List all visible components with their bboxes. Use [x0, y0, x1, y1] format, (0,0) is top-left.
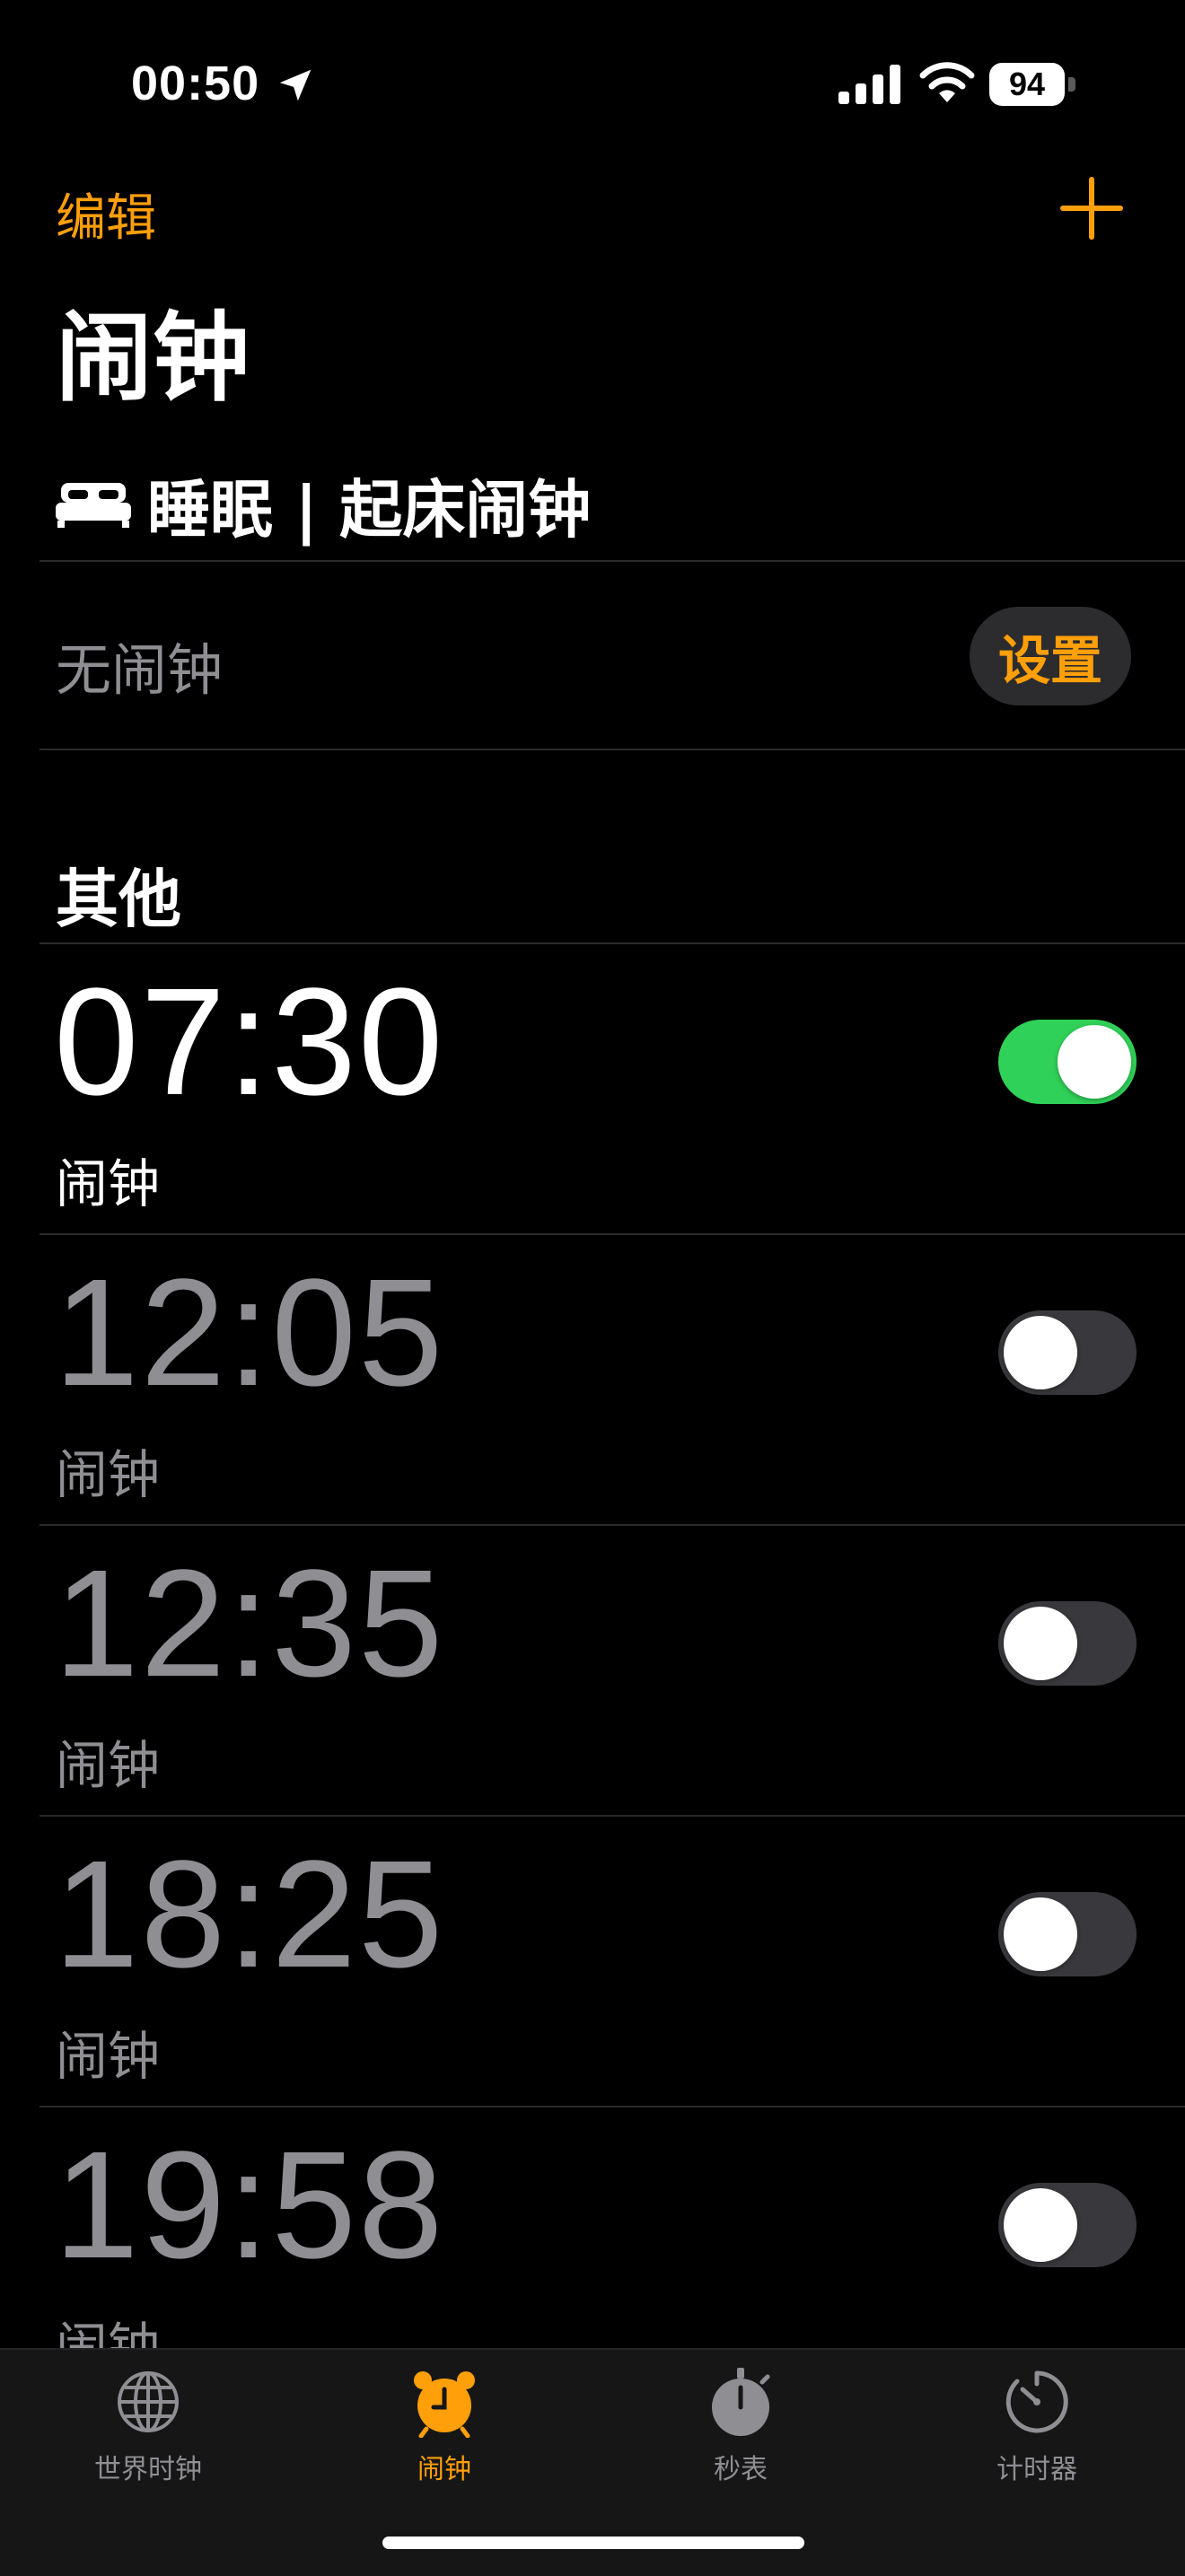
toggle-knob [1004, 2188, 1077, 2262]
battery-icon: 94 [989, 63, 1079, 106]
sleep-status: 无闹钟 [56, 637, 224, 703]
toggle-knob [1058, 1025, 1131, 1099]
toggle-knob [1004, 1897, 1077, 1971]
other-section-title: 其他 [56, 863, 181, 936]
alarm-time: 12:05 [54, 1248, 445, 1418]
status-bar: 00:50 94 [0, 0, 1185, 171]
alarm-time: 18:25 [54, 1829, 445, 2000]
plus-icon[interactable] [1059, 176, 1124, 241]
alarm-time: 12:35 [54, 1538, 445, 1709]
tab-world-clock[interactable]: 世界时钟 [0, 2366, 296, 2501]
alarm-row[interactable]: 18:25 闹钟 [40, 1815, 1185, 2106]
alarm-label: 闹钟 [56, 1153, 161, 1214]
wifi-icon [919, 62, 975, 102]
alarm-label: 闹钟 [56, 1735, 161, 1796]
battery-tip [1068, 77, 1075, 92]
alarm-toggle[interactable] [998, 1601, 1137, 1686]
alarm-time: 19:58 [54, 2120, 445, 2291]
alarm-row[interactable]: 07:30 闹钟 [40, 942, 1185, 1233]
globe-icon [118, 2371, 179, 2432]
tab-label: 计时器 [996, 2454, 1077, 2485]
tab-label: 世界时钟 [94, 2454, 202, 2485]
toggle-knob [1004, 1316, 1077, 1389]
signal-icon [838, 65, 900, 104]
alarm-toggle[interactable] [998, 1020, 1137, 1104]
alarm-toggle[interactable] [998, 2183, 1137, 2267]
page-title: 闹钟 [56, 302, 250, 415]
alarm-clock-icon [414, 2371, 475, 2438]
tab-stopwatch[interactable]: 秒表 [592, 2366, 889, 2501]
status-time: 00:50 [131, 57, 260, 110]
battery-level: 94 [989, 63, 1065, 106]
edit-button[interactable]: 编辑 [56, 178, 156, 250]
alarm-label: 闹钟 [56, 1444, 161, 1505]
tab-timer[interactable]: 计时器 [889, 2366, 1185, 2501]
alarm-time: 07:30 [54, 957, 445, 1127]
location-arrow-icon [279, 69, 312, 101]
tab-label: 秒表 [714, 2454, 768, 2485]
alarm-row[interactable]: 12:35 闹钟 [40, 1524, 1185, 1815]
divider [40, 560, 1185, 562]
tab-alarm[interactable]: 闹钟 [296, 2366, 592, 2501]
divider [40, 749, 1185, 750]
setup-button[interactable]: 设置 [970, 607, 1131, 705]
stopwatch-icon [712, 2368, 770, 2436]
alarm-toggle[interactable] [998, 1892, 1137, 1976]
home-indicator[interactable] [382, 2537, 804, 2549]
alarm-row[interactable]: 12:05 闹钟 [40, 1233, 1185, 1524]
sleep-section-header: 睡眠 | 起床闹钟 [56, 467, 591, 547]
alarm-label: 闹钟 [56, 2026, 161, 2087]
tab-label: 闹钟 [417, 2454, 471, 2485]
sleep-section-title: 睡眠 | 起床闹钟 [147, 472, 592, 547]
alarm-toggle[interactable] [998, 1310, 1137, 1395]
bed-icon [56, 483, 131, 528]
toggle-knob [1004, 1607, 1077, 1680]
timer-icon [1005, 2370, 1068, 2433]
